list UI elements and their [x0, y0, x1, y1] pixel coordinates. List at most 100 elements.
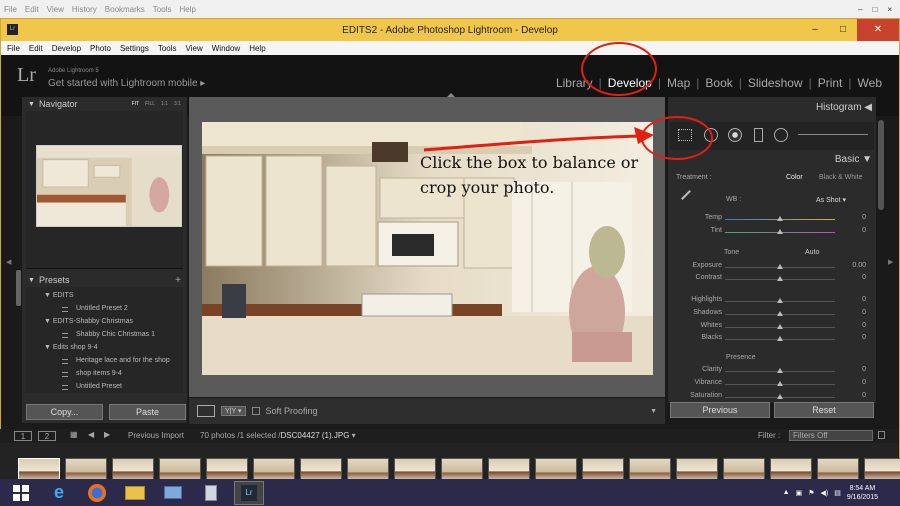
- navigator-header[interactable]: ▼ Navigator FIT FILL 1:1 3:1: [22, 97, 187, 111]
- slider-knob[interactable]: [777, 368, 783, 373]
- slider-highlights[interactable]: Highlights 0: [668, 296, 876, 307]
- slider-knob[interactable]: [777, 311, 783, 316]
- menu-help[interactable]: Help: [249, 44, 265, 53]
- slider-value[interactable]: 0: [862, 309, 866, 316]
- radial-filter-icon[interactable]: [774, 128, 788, 142]
- menu-photo[interactable]: Photo: [90, 44, 111, 53]
- slider-knob[interactable]: [777, 324, 783, 329]
- back-arrow-icon[interactable]: ◀: [88, 430, 94, 439]
- tray-network-icon[interactable]: ▣: [796, 489, 803, 497]
- slider-contrast[interactable]: Contrast 0: [668, 274, 876, 285]
- slider-knob[interactable]: [777, 264, 783, 269]
- slider-vibrance[interactable]: Vibrance 0: [668, 379, 876, 390]
- slider-value[interactable]: 0: [862, 334, 866, 341]
- navigator-thumbnail[interactable]: [36, 145, 182, 227]
- tray-volume-icon[interactable]: ◀): [821, 489, 829, 497]
- slider-whites[interactable]: Whites 0: [668, 322, 876, 333]
- preset-item[interactable]: shop items 9-4: [38, 367, 183, 380]
- tray-up-arrow-icon[interactable]: ▲: [783, 489, 790, 496]
- slider-knob[interactable]: [777, 381, 783, 386]
- slider-knob[interactable]: [777, 298, 783, 303]
- clock[interactable]: 8:54 AM 9/16/2015: [847, 484, 878, 502]
- zoom-3-1[interactable]: 3:1: [174, 101, 181, 107]
- slider-value[interactable]: 0: [862, 379, 866, 386]
- page-1-button[interactable]: 1: [14, 431, 32, 441]
- preset-item[interactable]: Shabby Chic Christmas 1: [38, 328, 183, 341]
- slider-value[interactable]: 0: [862, 366, 866, 373]
- red-eye-tool-icon[interactable]: [728, 128, 742, 142]
- module-book[interactable]: Book: [699, 76, 738, 90]
- close-button[interactable]: ✕: [857, 19, 899, 41]
- slider-knob[interactable]: [777, 336, 783, 341]
- paste-button[interactable]: Paste: [109, 404, 186, 420]
- copy-button[interactable]: Copy...: [26, 404, 103, 420]
- forward-arrow-icon[interactable]: ▶: [104, 430, 110, 439]
- auto-tone-button[interactable]: Auto: [805, 249, 819, 256]
- slider-value[interactable]: 0: [862, 296, 866, 303]
- slider-shadows[interactable]: Shadows 0: [668, 309, 876, 320]
- left-scrollbar[interactable]: [16, 270, 21, 306]
- source-label[interactable]: Previous Import: [128, 431, 184, 440]
- adjustment-brush-slider[interactable]: [798, 134, 868, 135]
- calculator-icon[interactable]: [196, 481, 226, 505]
- white-balance-eyedropper-icon[interactable]: [681, 190, 691, 200]
- slider-clarity[interactable]: Clarity 0: [668, 366, 876, 377]
- preset-folder[interactable]: ▼ EDITS-Shabby Christmas: [38, 315, 183, 328]
- preset-folder[interactable]: ▼ Edits shop 9-4: [38, 341, 183, 354]
- histogram-header[interactable]: Histogram ◀: [816, 102, 872, 113]
- menu-edit[interactable]: Edit: [29, 44, 43, 53]
- add-preset-icon[interactable]: +: [175, 275, 187, 286]
- slider-knob[interactable]: [777, 229, 783, 234]
- menu-window[interactable]: Window: [212, 44, 240, 53]
- toolbar-menu-icon[interactable]: ▼: [650, 408, 665, 415]
- slider-blacks[interactable]: Blacks 0: [668, 334, 876, 345]
- slider-tint[interactable]: Tint 0: [668, 227, 876, 238]
- module-slideshow[interactable]: Slideshow: [742, 76, 809, 90]
- zoom-fit[interactable]: FIT: [132, 101, 140, 107]
- slider-knob[interactable]: [777, 276, 783, 281]
- slider-knob[interactable]: [777, 216, 783, 221]
- left-panel-collapse-icon[interactable]: ◀: [6, 258, 11, 266]
- grid-view-icon[interactable]: ▦: [70, 430, 78, 439]
- menu-file[interactable]: File: [7, 44, 20, 53]
- preset-item[interactable]: Heritage lace and for the shop: [38, 354, 183, 367]
- presets-header[interactable]: ▼ Presets +: [22, 273, 187, 287]
- minimize-button[interactable]: –: [801, 19, 829, 41]
- module-web[interactable]: Web: [852, 76, 888, 90]
- before-after-icon[interactable]: Y|Y ▾: [221, 406, 246, 416]
- filter-dropdown[interactable]: Filters Off: [789, 430, 873, 441]
- slider-value[interactable]: 0: [862, 274, 866, 281]
- right-scrollbar[interactable]: [878, 120, 884, 210]
- slider-temp[interactable]: Temp 0: [668, 214, 876, 225]
- wb-value[interactable]: As Shot ▾: [816, 196, 846, 204]
- slider-value[interactable]: 0: [862, 322, 866, 329]
- previous-button[interactable]: Previous: [670, 402, 770, 418]
- menu-develop[interactable]: Develop: [52, 44, 81, 53]
- menu-tools[interactable]: Tools: [158, 44, 177, 53]
- tray-flag-icon[interactable]: ⚑: [808, 489, 814, 497]
- firefox-icon[interactable]: [82, 481, 112, 505]
- zoom-fill[interactable]: FILL: [145, 101, 155, 107]
- file-explorer-icon[interactable]: [120, 481, 150, 505]
- slider-knob[interactable]: [777, 394, 783, 399]
- preset-folder[interactable]: ▼ EDITS: [38, 289, 183, 302]
- graduated-filter-icon[interactable]: [754, 128, 763, 142]
- slider-value[interactable]: 0: [862, 392, 866, 399]
- module-print[interactable]: Print: [812, 76, 849, 90]
- zoom-1-1[interactable]: 1:1: [161, 101, 168, 107]
- menu-settings[interactable]: Settings: [120, 44, 149, 53]
- reset-button[interactable]: Reset: [774, 402, 874, 418]
- preset-item[interactable]: Untitled Preset: [38, 380, 183, 393]
- menu-view[interactable]: View: [186, 44, 203, 53]
- treatment-bw[interactable]: Black & White: [819, 174, 863, 181]
- right-panel-collapse-icon[interactable]: ▶: [888, 258, 893, 266]
- loupe-view-icon[interactable]: [197, 405, 215, 417]
- treatment-color[interactable]: Color: [786, 174, 803, 181]
- maximize-button[interactable]: □: [829, 19, 857, 41]
- preset-item[interactable]: Untitled Preset 2: [38, 302, 183, 315]
- lightroom-taskbar-icon[interactable]: Lr: [234, 480, 264, 505]
- slider-value[interactable]: 0.00: [852, 262, 866, 269]
- page-2-button[interactable]: 2: [38, 431, 56, 441]
- basic-header[interactable]: Basic ▼: [835, 154, 872, 165]
- slider-value[interactable]: 0: [862, 214, 866, 221]
